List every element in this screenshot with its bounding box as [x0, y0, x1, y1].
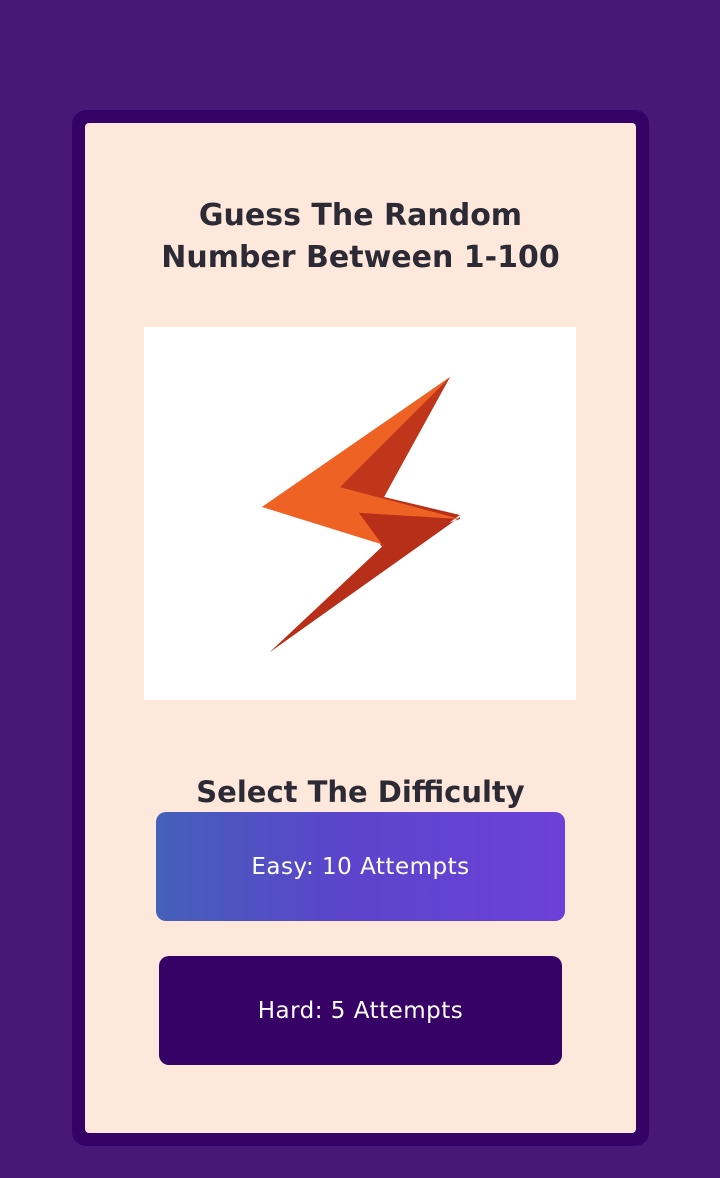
- hero-image: [144, 327, 576, 700]
- lightning-bolt-icon: [262, 377, 460, 652]
- page-title: Guess The Random Number Between 1-100: [85, 195, 636, 279]
- title-line-2: Number Between 1-100: [161, 240, 560, 275]
- hard-button-label: Hard: 5 Attempts: [257, 997, 464, 1024]
- hard-difficulty-button[interactable]: Hard: 5 Attempts: [159, 956, 562, 1065]
- title-line-1: Guess The Random: [198, 198, 523, 233]
- difficulty-heading: Select The Difficulty: [196, 775, 525, 809]
- game-card: Guess The Random Number Between 1-100 Sel…: [85, 123, 636, 1133]
- easy-difficulty-button[interactable]: Easy: 10 Attempts: [156, 812, 565, 921]
- card-frame: Guess The Random Number Between 1-100 Sel…: [72, 110, 649, 1146]
- easy-button-label: Easy: 10 Attempts: [251, 853, 470, 880]
